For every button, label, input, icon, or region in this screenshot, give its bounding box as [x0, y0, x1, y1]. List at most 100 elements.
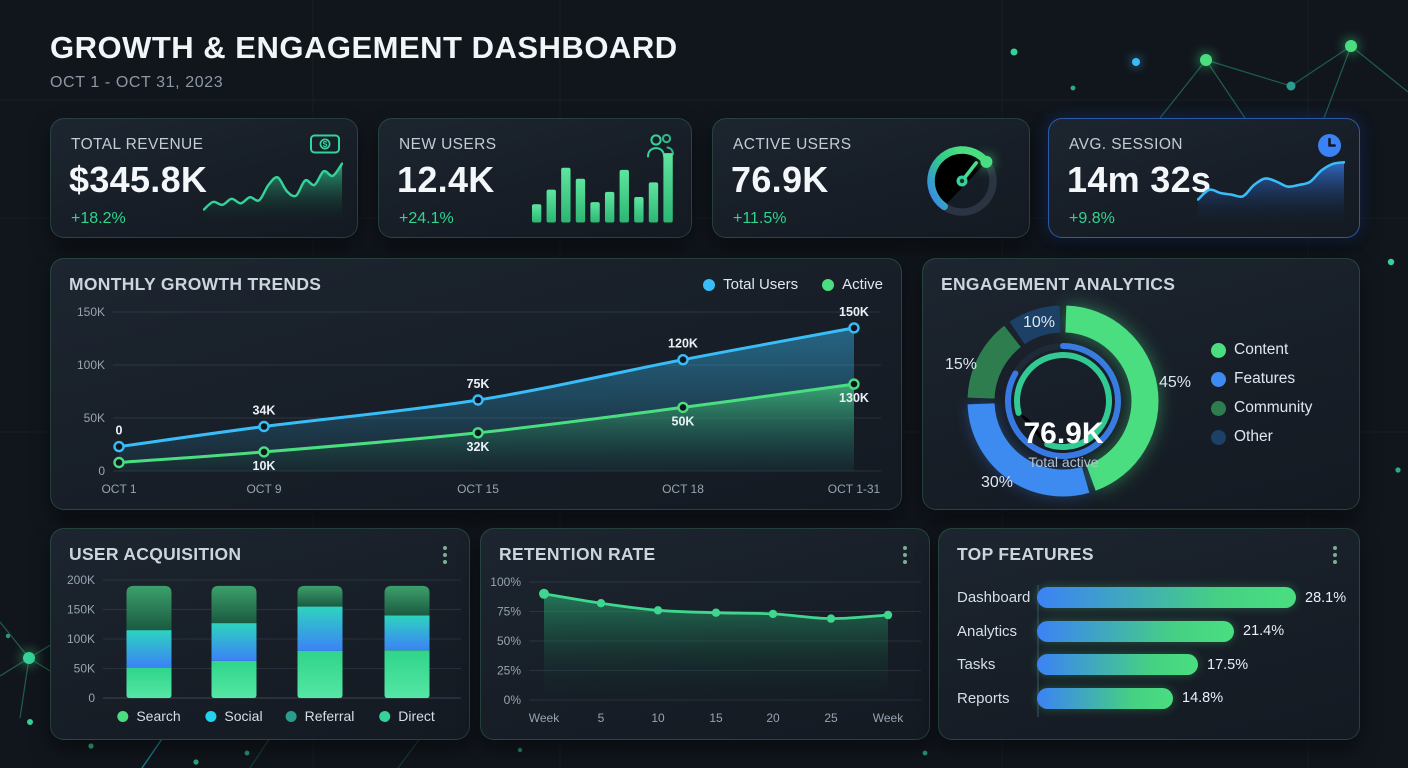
date-range: OCT 1 - OCT 31, 2023 [50, 74, 678, 92]
kpi-delta: +24.1% [399, 210, 454, 228]
kebab-menu-icon[interactable] [895, 543, 915, 567]
gauge-icon [915, 131, 1009, 227]
feature-value: 17.5% [1207, 657, 1248, 673]
feature-row-analytics: Analytics21.4% [957, 615, 1347, 649]
legend-label: Search [136, 708, 180, 724]
legend-item-total-users[interactable]: Total Users [703, 276, 798, 293]
new-users-sparkbars [529, 145, 677, 227]
data-point [679, 403, 688, 412]
legend-item-direct[interactable]: Direct [379, 708, 435, 724]
legend-label: Active [842, 276, 883, 293]
legend-item-content[interactable]: Content [1211, 341, 1312, 359]
legend-dot [1211, 401, 1226, 416]
data-point [850, 380, 859, 389]
x-axis-label: 5 [598, 711, 605, 725]
stack-seg-green [127, 667, 172, 698]
y-axis-tick: 25% [497, 664, 521, 678]
legend-label: Referral [305, 708, 355, 724]
page-title: GROWTH & ENGAGEMENT DASHBOARD [50, 30, 678, 66]
legend-dot [1211, 343, 1226, 358]
kpi-card-new-users: NEW USERS 12.4K +24.1% [378, 118, 692, 238]
data-point [769, 610, 777, 618]
data-point [474, 396, 483, 405]
x-axis-label: Week [873, 711, 904, 725]
data-point [260, 447, 269, 456]
legend-item-active[interactable]: Active [822, 276, 883, 293]
y-axis-tick: 100K [77, 358, 105, 372]
user-acquisition-panel: USER ACQUISITION 200K150K100K50K0 Search… [50, 528, 470, 740]
legend-dot [379, 711, 390, 722]
panel-title: USER ACQUISITION [69, 544, 241, 565]
legend-item-search[interactable]: Search [117, 708, 180, 724]
data-point [597, 599, 605, 607]
point-label: 120K [668, 337, 698, 351]
stack-seg-blue [298, 607, 343, 651]
x-axis-label: OCT 18 [662, 482, 704, 496]
kebab-menu-icon[interactable] [1325, 543, 1345, 567]
y-axis-tick: 0 [98, 464, 105, 478]
feature-bar [1037, 621, 1234, 642]
monthly-growth-panel: MONTHLY GROWTH TRENDS Total Users Active… [50, 258, 902, 510]
panel-title: RETENTION RATE [499, 544, 656, 565]
legend-dot [286, 711, 297, 722]
slice-percent-label: 15% [945, 356, 977, 373]
kpi-value: 12.4K [397, 159, 495, 201]
legend-dot-green [822, 279, 834, 291]
retention-chart: 100%75%50%25%0%Week510152025Week [481, 569, 929, 734]
legend-item-social[interactable]: Social [205, 708, 262, 724]
donut-slice-features [981, 404, 1086, 483]
feature-label: Analytics [957, 623, 1037, 640]
stack-seg-green [385, 650, 430, 698]
y-axis-tick: 75% [497, 605, 521, 619]
acquisition-chart: 200K150K100K50K0 [51, 567, 469, 707]
stack-seg-blue [385, 615, 430, 650]
feature-row-reports: Reports14.8% [957, 682, 1347, 716]
y-axis-tick: 50K [74, 662, 95, 676]
data-point [827, 614, 835, 622]
x-axis-label: OCT 1 [101, 482, 136, 496]
kpi-value: 14m 32s [1067, 159, 1211, 201]
kpi-label: AVG. SESSION [1069, 136, 1183, 154]
legend-label: Other [1234, 428, 1273, 446]
point-label: 150K [839, 305, 869, 319]
legend-label: Features [1234, 370, 1295, 388]
legend-item-referral[interactable]: Referral [286, 708, 355, 724]
legend-item-other[interactable]: Other [1211, 428, 1312, 446]
data-point [115, 442, 124, 451]
monthly-growth-legend: Total Users Active [703, 276, 883, 293]
slice-percent-label: 45% [1159, 374, 1191, 391]
data-point [850, 323, 859, 332]
y-axis-tick: 200K [67, 573, 95, 587]
legend-dot [1211, 372, 1226, 387]
stack-seg-dark-green [385, 586, 430, 616]
panel-title: TOP FEATURES [957, 544, 1094, 565]
kpi-card-active-users: ACTIVE USERS 76.9K +11.5% [712, 118, 1030, 238]
legend-label: Total Users [723, 276, 798, 293]
kpi-delta: +9.8% [1069, 210, 1115, 228]
kebab-menu-icon[interactable] [435, 543, 455, 567]
stack-seg-green [298, 651, 343, 698]
y-axis-tick: 50% [497, 634, 521, 648]
engagement-donut-chart: 45%30%15%10% [923, 259, 1223, 509]
legend-dot [1211, 430, 1226, 445]
retention-panel: RETENTION RATE 100%75%50%25%0%Week510152… [480, 528, 930, 740]
y-axis-tick: 150K [67, 603, 95, 617]
legend-label: Community [1234, 399, 1312, 417]
session-sparkline [1197, 145, 1345, 227]
data-point [115, 458, 124, 467]
y-axis-tick: 0% [504, 693, 522, 707]
legend-dot [205, 711, 216, 722]
data-point [679, 355, 688, 364]
slice-percent-label: 10% [1023, 314, 1055, 331]
y-axis-tick: 150K [77, 305, 105, 319]
point-label: 50K [672, 414, 695, 428]
legend-item-community[interactable]: Community [1211, 399, 1312, 417]
legend-item-features[interactable]: Features [1211, 370, 1312, 388]
y-axis-tick: 100% [490, 575, 521, 589]
feature-value: 28.1% [1305, 590, 1346, 606]
feature-bar [1037, 654, 1198, 675]
y-axis-tick: 0 [88, 691, 95, 705]
kpi-card-total-revenue: TOTAL REVENUE $ $345.8K +18.2% [50, 118, 358, 238]
legend-label: Content [1234, 341, 1288, 359]
stack-seg-green [212, 661, 257, 698]
